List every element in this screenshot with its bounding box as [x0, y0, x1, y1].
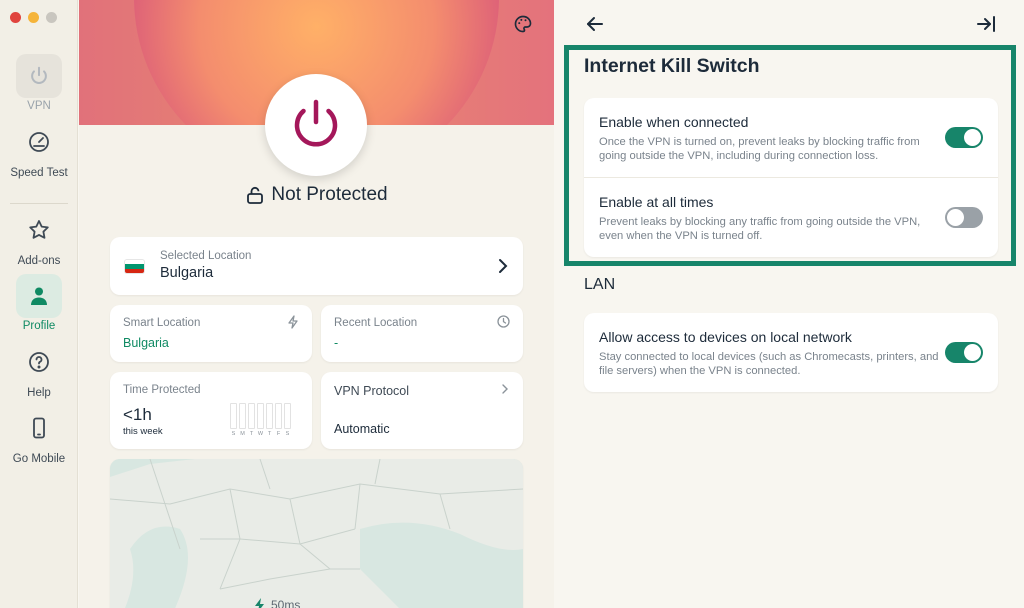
smart-location-value: Bulgaria: [123, 336, 169, 350]
settings-panel: Internet Kill Switch Enable when connect…: [554, 0, 1024, 608]
minimize-window-button[interactable]: [28, 12, 39, 23]
kill-switch-title: Internet Kill Switch: [584, 55, 760, 77]
option-title: Enable at all times: [599, 194, 714, 210]
time-protected-label: Time Protected: [123, 384, 201, 396]
close-window-button[interactable]: [10, 12, 21, 23]
day-column: M: [239, 403, 246, 437]
sidebar-item-speed-test[interactable]: Speed Test: [0, 120, 78, 179]
sidebar-item-profile[interactable]: Profile: [0, 274, 78, 332]
day-column: S: [284, 403, 291, 437]
time-protected-value: <1h: [123, 405, 152, 424]
latency-indicator: 50ms: [254, 598, 300, 608]
star-icon: [16, 208, 62, 252]
vpn-protocol-card[interactable]: VPN Protocol Automatic: [321, 372, 523, 449]
sidebar-item-label: Profile: [22, 320, 56, 332]
vpn-home-panel: Not Protected Selected Location Bulgaria…: [79, 0, 554, 608]
map-graphic: [110, 459, 523, 608]
time-protected-card: Time Protected <1h this week S M T W T F…: [110, 372, 312, 449]
day-column: S: [230, 403, 237, 437]
selected-location-label: Selected Location: [160, 250, 252, 262]
selected-location-card[interactable]: Selected Location Bulgaria: [110, 237, 523, 295]
phone-icon: [16, 406, 62, 450]
person-icon: [16, 274, 62, 318]
clock-icon: [497, 315, 510, 328]
option-description: Stay connected to local devices (such as…: [599, 351, 939, 377]
day-column: T: [248, 403, 255, 437]
back-arrow-icon[interactable]: [584, 13, 606, 35]
recent-location-value: -: [334, 336, 339, 350]
zoom-window-button[interactable]: [46, 12, 57, 23]
location-map[interactable]: 50ms: [110, 459, 523, 608]
window-controls: [10, 12, 57, 23]
sidebar-item-help[interactable]: Help: [0, 340, 78, 399]
collapse-panel-icon[interactable]: [975, 13, 997, 35]
smart-location-card[interactable]: Smart Location Bulgaria: [110, 305, 312, 362]
sidebar-item-label: Help: [27, 387, 51, 399]
sidebar-item-label: Add-ons: [17, 255, 61, 267]
smart-location-label: Smart Location: [123, 317, 201, 329]
sidebar: VPN Speed Test Add-ons Profile Help Go M…: [0, 0, 78, 608]
recent-location-card[interactable]: Recent Location -: [321, 305, 523, 362]
kill-switch-option-always: Enable at all times Prevent leaks by blo…: [584, 177, 998, 255]
day-column: F: [275, 403, 282, 437]
weekly-usage-bars: S M T W T F S: [230, 403, 291, 437]
question-icon: [16, 340, 62, 384]
kill-switch-card: Enable when connected Once the VPN is tu…: [584, 98, 998, 257]
connection-status: Not Protected: [79, 184, 554, 206]
bulgaria-flag-icon: [125, 260, 144, 273]
lightning-icon: [255, 598, 264, 608]
sidebar-item-label: VPN: [27, 100, 51, 112]
recent-location-label: Recent Location: [334, 317, 418, 329]
option-title: Enable when connected: [599, 114, 749, 130]
allow-local-network-toggle[interactable]: [945, 342, 983, 363]
sidebar-item-go-mobile[interactable]: Go Mobile: [0, 406, 78, 465]
connect-power-button[interactable]: [265, 74, 367, 176]
vpn-protocol-label: VPN Protocol: [334, 384, 410, 398]
latency-value: 50ms: [271, 598, 301, 608]
time-protected-period: this week: [123, 426, 163, 437]
day-column: T: [266, 403, 273, 437]
sidebar-item-vpn[interactable]: VPN: [0, 54, 78, 112]
palette-icon[interactable]: [512, 13, 534, 35]
sidebar-item-add-ons[interactable]: Add-ons: [0, 208, 78, 267]
lan-card: Allow access to devices on local network…: [584, 313, 998, 392]
chevron-right-icon: [502, 384, 508, 394]
day-column: W: [257, 403, 264, 437]
unlocked-padlock-icon: [247, 186, 264, 204]
option-description: Prevent leaks by blocking any traffic fr…: [599, 216, 921, 242]
option-description: Once the VPN is turned on, prevent leaks…: [599, 136, 920, 162]
enable-at-all-times-toggle[interactable]: [945, 207, 983, 228]
sidebar-item-label: Go Mobile: [12, 453, 66, 465]
selected-location-value: Bulgaria: [160, 265, 214, 281]
lan-option-local-access: Allow access to devices on local network…: [584, 313, 998, 391]
chevron-right-icon: [499, 259, 508, 273]
power-icon: [294, 99, 338, 147]
lan-title: LAN: [584, 276, 616, 293]
power-icon: [16, 54, 62, 98]
vpn-protocol-value: Automatic: [334, 422, 390, 436]
sidebar-item-label: Speed Test: [10, 167, 68, 179]
lightning-icon: [288, 315, 298, 329]
sidebar-divider: [10, 203, 68, 204]
status-text: Not Protected: [271, 184, 388, 205]
enable-when-connected-toggle[interactable]: [945, 127, 983, 148]
kill-switch-option-connected: Enable when connected Once the VPN is tu…: [584, 98, 998, 176]
speedometer-icon: [16, 120, 62, 164]
option-title: Allow access to devices on local network: [599, 329, 852, 345]
